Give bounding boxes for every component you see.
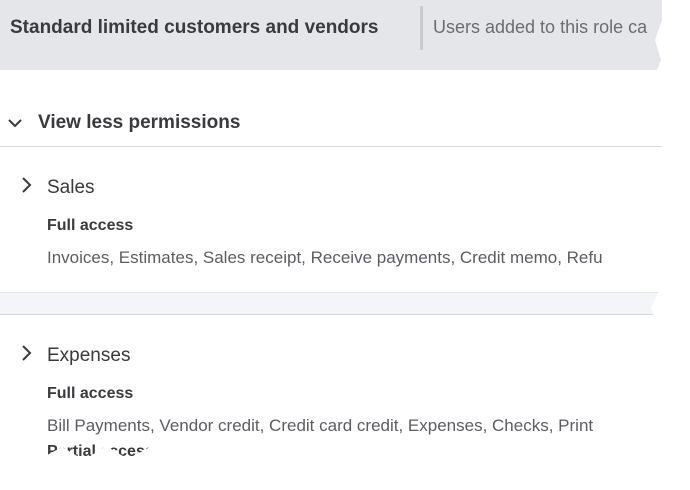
section-title: Expenses	[47, 345, 131, 366]
chevron-right-icon	[22, 345, 32, 361]
role-header: Standard limited customers and vendors U…	[0, 0, 662, 70]
section-title: Sales	[47, 177, 95, 198]
view-less-permissions-toggle[interactable]: View less permissions	[0, 104, 662, 144]
sales-expand-toggle[interactable]	[18, 175, 38, 195]
next-access-level-label: Partial access	[47, 443, 154, 460]
permission-section-sales: Sales Full access Invoices, Estimates, S…	[0, 147, 662, 292]
chevron-right-icon	[22, 177, 32, 193]
header-divider	[420, 6, 423, 50]
page: Standard limited customers and vendors U…	[0, 0, 690, 490]
access-items-list: Invoices, Estimates, Sales receipt, Rece…	[47, 248, 603, 267]
permission-section-expenses: Expenses Full access Bill Payments, Vend…	[0, 315, 662, 460]
access-items-list: Bill Payments, Vendor credit, Credit car…	[47, 416, 594, 435]
access-level-label: Full access	[47, 385, 134, 402]
roles-permissions-panel: Standard limited customers and vendors U…	[0, 0, 662, 460]
view-less-permissions-label: View less permissions	[38, 112, 241, 133]
role-description: Users added to this role ca	[433, 17, 648, 37]
role-name: Standard limited customers and vendors	[10, 17, 379, 38]
section-separator	[0, 292, 662, 315]
chevron-down-icon	[8, 119, 22, 128]
expenses-expand-toggle[interactable]	[18, 343, 38, 363]
access-level-label: Full access	[47, 217, 134, 234]
